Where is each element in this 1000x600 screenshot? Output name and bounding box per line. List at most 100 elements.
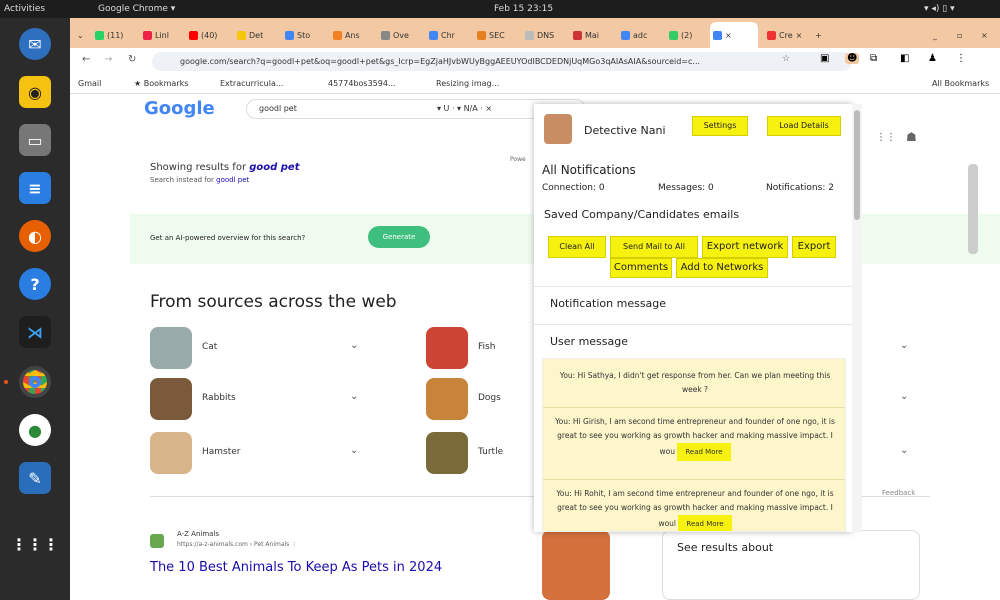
search-filters[interactable]: ▾ U · ▾ N/A · × <box>437 100 492 118</box>
chrome-icon[interactable] <box>19 366 51 398</box>
bookmark-folder[interactable]: ★ Bookmarks <box>134 79 188 88</box>
tab-favicon-icon <box>237 30 246 40</box>
mongodb-icon[interactable]: ● <box>19 414 51 446</box>
tab-2[interactable]: Linl <box>140 25 169 45</box>
reload-icon[interactable]: ↻ <box>128 54 136 65</box>
export-comments-button[interactable]: Export <box>792 236 836 258</box>
new-tab-button[interactable]: + <box>812 25 822 45</box>
chevron-down-icon[interactable]: ⌄ <box>350 445 358 456</box>
help-icon[interactable]: ? <box>19 268 51 300</box>
read-more-button[interactable]: Read More <box>677 443 731 461</box>
dog-thumbnail <box>426 378 468 420</box>
result-title-link[interactable]: The 10 Best Animals To Keep As Pets in 2… <box>150 560 442 575</box>
result-site-url[interactable]: https://a-z-animals.com › Pet Animals ⋮ <box>177 541 297 548</box>
load-details-button[interactable]: Load Details <box>767 116 841 136</box>
settings-button[interactable]: Settings <box>692 116 748 136</box>
bookmark-extracurricular[interactable]: Extracurricula... <box>220 79 283 88</box>
notification-message-section[interactable]: Notification message <box>534 286 852 322</box>
tab-search-icon[interactable]: ⌄ <box>74 25 84 45</box>
page-scrollbar[interactable] <box>968 164 978 254</box>
tab-12[interactable]: adc <box>618 25 647 45</box>
chevron-down-icon[interactable]: ⌄ <box>350 340 358 351</box>
chevron-down-icon[interactable]: ⌄ <box>900 445 908 456</box>
forward-icon[interactable]: → <box>104 54 112 65</box>
tab-13[interactable]: (2) <box>666 25 692 45</box>
tab-7[interactable]: Ove <box>378 25 409 45</box>
detective-extension-icon[interactable]: ☻ <box>845 53 860 64</box>
files-icon[interactable]: ▭ <box>19 124 51 156</box>
source-item-rabbits[interactable]: Rabbits ⌄ <box>150 378 360 422</box>
result-image[interactable] <box>542 530 610 600</box>
menu-icon[interactable]: ⋮ <box>956 53 966 64</box>
firefox-icon[interactable]: ◐ <box>19 220 51 252</box>
source-item-cat[interactable]: Cat ⌄ <box>150 327 360 371</box>
tab-6[interactable]: Ans <box>330 25 360 45</box>
original-query-link[interactable]: goodl pet <box>216 176 249 184</box>
export-network-button[interactable]: Export network <box>702 236 788 258</box>
tab-11[interactable]: Mai <box>570 25 599 45</box>
maximize-button[interactable]: ▫ <box>954 25 962 45</box>
system-top-bar: Activities Google Chrome ▾ Feb 15 23:15 … <box>0 0 1000 18</box>
extension-icon[interactable]: ▣ <box>820 53 829 64</box>
close-window-button[interactable]: × <box>978 25 988 45</box>
feedback-link[interactable]: Feedback <box>882 489 915 497</box>
bookmark-hash[interactable]: 45774bos3594... <box>328 79 396 88</box>
profile-icon[interactable]: ♟ <box>928 53 937 64</box>
user-message-section[interactable]: User message <box>534 324 852 360</box>
google-logo[interactable]: Google <box>144 98 215 119</box>
minimize-button[interactable]: _ <box>930 25 937 45</box>
source-item-hamster[interactable]: Hamster ⌄ <box>150 432 360 476</box>
bookmark-gmail[interactable]: Gmail <box>78 79 101 88</box>
site-favicon-icon <box>150 534 164 548</box>
tab-8[interactable]: Chr <box>426 25 455 45</box>
see-results-about[interactable]: See results about <box>662 530 920 600</box>
tab-3[interactable]: (40) <box>186 25 217 45</box>
show-apps-icon[interactable]: ⋮⋮⋮ <box>11 528 59 560</box>
tab-favicon-icon <box>669 30 678 40</box>
sidepanel-icon[interactable]: ◧ <box>900 53 909 64</box>
tab-9[interactable]: SEC <box>474 25 505 45</box>
add-to-networks-button[interactable]: Add to Networks <box>676 258 768 278</box>
vscode-icon[interactable]: ⋊ <box>19 316 51 348</box>
thunderbird-icon[interactable]: ✉ <box>19 28 51 60</box>
corrected-query-link[interactable]: good pet <box>249 162 299 173</box>
scrollbar-thumb[interactable] <box>854 110 860 220</box>
export-comments-button-cont[interactable]: Comments <box>610 258 672 278</box>
notifications-title: All Notifications <box>542 163 636 177</box>
rhythmbox-icon[interactable]: ◉ <box>19 76 51 108</box>
clock[interactable]: Feb 15 23:15 <box>494 4 553 14</box>
tab-15[interactable]: Cre × <box>764 25 802 45</box>
chevron-down-icon[interactable]: ⌄ <box>900 340 908 351</box>
tab-4[interactable]: Det <box>234 25 263 45</box>
apps-grid-icon[interactable]: ⋮⋮ <box>876 132 896 143</box>
detective-extension-panel: Detective Nani Settings Load Details All… <box>534 104 852 532</box>
all-bookmarks[interactable]: All Bookmarks <box>932 79 989 88</box>
activities-button[interactable]: Activities <box>4 4 45 14</box>
tab-1[interactable]: (11) <box>92 25 123 45</box>
puzzle-icon[interactable]: ⧉ <box>870 53 877 64</box>
chevron-down-icon[interactable]: ⌄ <box>350 391 358 402</box>
address-bar[interactable]: google.com/search?q=goodl+pet&oq=goodl+p… <box>152 52 852 71</box>
tab-10[interactable]: DNS <box>522 25 554 45</box>
writer-icon[interactable]: ≡ <box>19 172 51 204</box>
system-tray-icons[interactable]: ▾ ◂) ▯ ▾ <box>924 4 955 14</box>
generate-button[interactable]: Generate <box>368 226 430 248</box>
tab-favicon-icon <box>525 30 534 40</box>
read-more-button[interactable]: Read More <box>678 515 732 531</box>
panel-scrollbar[interactable] <box>852 104 862 532</box>
text-editor-icon[interactable]: ✎ <box>19 462 51 494</box>
bookmark-resizing[interactable]: Resizing imag... <box>436 79 499 88</box>
result-site-name[interactable]: A-Z Animals <box>177 530 219 538</box>
tab-favicon-icon <box>189 30 198 40</box>
send-mail-all-button[interactable]: Send Mail to All <box>610 236 698 258</box>
avatar[interactable]: ☗ <box>906 130 917 144</box>
app-menu[interactable]: Google Chrome ▾ <box>98 4 175 14</box>
back-icon[interactable]: ← <box>82 54 90 65</box>
cat-thumbnail <box>150 327 192 369</box>
tab-close-icon[interactable]: × <box>725 31 732 40</box>
tab-active[interactable]: × <box>710 22 758 48</box>
clean-all-button[interactable]: Clean All <box>548 236 606 258</box>
chevron-down-icon[interactable]: ⌄ <box>900 391 908 402</box>
tab-5[interactable]: Sto <box>282 25 310 45</box>
star-icon[interactable]: ☆ <box>782 54 790 64</box>
